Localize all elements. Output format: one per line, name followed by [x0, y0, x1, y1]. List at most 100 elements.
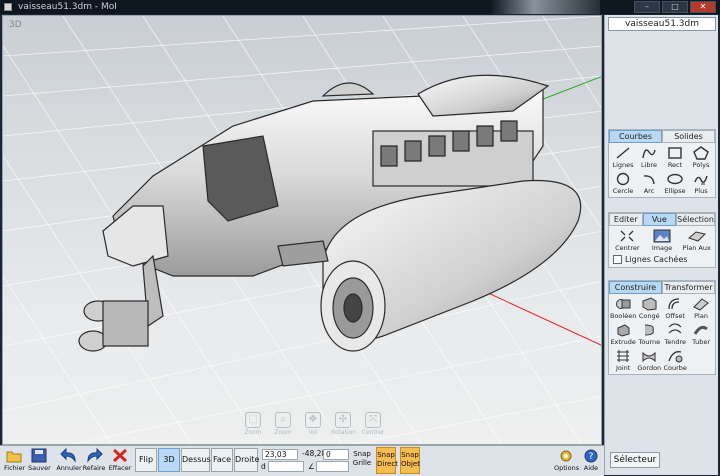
construction-plane-tool[interactable]: Plan Aux	[679, 228, 714, 252]
network-icon	[617, 350, 630, 362]
svg-text:?: ?	[589, 452, 594, 462]
close-button[interactable]: ✕	[690, 1, 716, 13]
revolve-icon	[645, 324, 655, 336]
freehand-tool[interactable]: Libre	[636, 145, 662, 169]
window-title: vaisseau51.3dm - MoI	[18, 2, 117, 12]
line-icon	[616, 147, 630, 159]
planar-tool[interactable]: Plan	[688, 296, 714, 320]
undo-button[interactable]: Annuler	[56, 447, 82, 472]
offset-tool[interactable]: Offset	[662, 296, 688, 320]
help-button[interactable]: ? Aide	[580, 447, 602, 472]
revolve-tool[interactable]: Tourne	[636, 322, 662, 346]
more-tool[interactable]: Plus	[688, 171, 714, 195]
navigation-controls: ⬚ Zoom ⌕ Zoom ✥ Vol ✣ Rotation ⤧ Centrer	[241, 412, 385, 436]
tab-selection[interactable]: Sélection	[676, 213, 715, 226]
delete-button[interactable]: Effacer	[108, 447, 132, 472]
snap-object-toggle[interactable]: Snap Objet	[400, 447, 420, 474]
arc-tool[interactable]: Arc	[636, 171, 662, 195]
help-icon: ?	[584, 449, 598, 463]
title-bar: vaisseau51.3dm - MoI – □ ✕	[0, 0, 720, 14]
center-arrows-icon	[620, 230, 634, 242]
polygon-icon	[693, 146, 709, 160]
snap-direct-toggle[interactable]: Snap Direct	[376, 447, 398, 474]
view-flip-button[interactable]: Flip	[135, 448, 157, 472]
hidden-lines-checkbox[interactable]	[613, 255, 622, 264]
distance-field[interactable]	[268, 461, 304, 472]
boolean-tool[interactable]: Booléen	[610, 296, 636, 320]
view-right-button[interactable]: Droite	[234, 448, 259, 472]
loft-icon	[668, 323, 682, 334]
tab-transformer[interactable]: Transformer	[662, 281, 715, 294]
circle-icon	[616, 172, 630, 186]
angle-label: ∠	[308, 462, 315, 471]
coord-x-field[interactable]: 23,03	[262, 449, 298, 460]
moi-window: vaisseau51.3dm - MoI – □ ✕ 3D ⬚ Zoom ⌕ Z…	[0, 0, 720, 476]
command-palette: vaisseau51.3dm Courbes Solides Lignes Li…	[604, 15, 718, 475]
zoom-rect-icon: ⬚	[245, 412, 261, 428]
zoom-magnifier-icon: ⌕	[275, 412, 291, 428]
view-front-button[interactable]: Face	[211, 448, 233, 472]
loft-tool[interactable]: Tendre	[662, 322, 688, 346]
rotate-button[interactable]: ✣ Rotation	[331, 412, 356, 436]
view-3d-button[interactable]: 3D	[158, 448, 180, 472]
zoom-button[interactable]: ⌕ Zoom	[271, 412, 295, 436]
curve-tool[interactable]: Courbe	[662, 348, 688, 372]
zoom-rect-button[interactable]: ⬚ Zoom	[241, 412, 265, 436]
selector-button[interactable]: Sélecteur	[610, 452, 660, 468]
folder-icon	[6, 451, 22, 462]
save-icon	[31, 448, 47, 463]
curves-palette: Courbes Solides Lignes Libre Rect Polys …	[608, 129, 716, 198]
tab-vue[interactable]: Vue	[642, 213, 677, 226]
redo-icon	[87, 448, 103, 463]
view-top-button[interactable]: Dessus	[181, 448, 211, 472]
center-button[interactable]: ⤧ Centrer	[361, 412, 385, 436]
delete-x-icon	[112, 448, 128, 463]
tab-courbes[interactable]: Courbes	[609, 130, 662, 143]
coord-z-field[interactable]: 0	[323, 449, 349, 460]
snap-grid-toggle[interactable]: Snap Grille	[352, 447, 372, 474]
app-icon	[4, 3, 12, 11]
pan-button[interactable]: ✥ Vol	[301, 412, 325, 436]
maximize-button[interactable]: □	[662, 1, 688, 13]
ellipse-tool[interactable]: Ellipse	[662, 171, 688, 195]
network-tool[interactable]: Joint	[610, 348, 636, 372]
lines-tool[interactable]: Lignes	[610, 145, 636, 169]
tab-construire[interactable]: Construire	[609, 281, 662, 294]
tab-solides[interactable]: Solides	[662, 130, 715, 143]
filename-box: vaisseau51.3dm	[608, 17, 716, 31]
arc-icon	[643, 175, 655, 185]
center-view-tool[interactable]: Centrer	[610, 228, 645, 252]
fillet-tool[interactable]: Congé	[636, 296, 662, 320]
window-controls: – □ ✕	[634, 1, 716, 13]
polygon-tool[interactable]: Polys	[688, 145, 714, 169]
save-button[interactable]: Sauver	[28, 447, 51, 472]
viewport-scene	[3, 16, 601, 444]
tab-editer[interactable]: Editer	[609, 213, 643, 226]
options-button[interactable]: Options	[554, 447, 579, 472]
sweep-tool[interactable]: Tuber	[688, 322, 714, 346]
rotate-icon: ✣	[335, 412, 351, 428]
construct-palette: Construire Transformer Booléen Congé Off…	[608, 280, 716, 375]
gordon-icon	[642, 351, 656, 363]
circle-tool[interactable]: Cercle	[610, 171, 636, 195]
rect-tool[interactable]: Rect	[662, 145, 688, 169]
coord-y-field[interactable]: -48,28	[300, 449, 326, 460]
angle-field[interactable]	[316, 461, 349, 472]
center-icon: ⤧	[365, 412, 381, 428]
redo-button[interactable]: Refaire	[82, 447, 106, 472]
viewport-3d[interactable]: 3D ⬚ Zoom ⌕ Zoom ✥ Vol ✣ Rotation ⤧ Centrer	[2, 15, 602, 445]
curve-construct-icon	[668, 351, 683, 363]
file-button[interactable]: Fichier	[4, 447, 25, 472]
more-curves-icon	[694, 175, 708, 185]
hidden-lines-toggle[interactable]: Lignes Cachées	[609, 254, 715, 267]
distance-label: d	[261, 462, 266, 471]
fillet-icon	[642, 297, 657, 311]
extrude-tool[interactable]: Extrude	[610, 322, 636, 346]
rectangle-icon	[668, 147, 682, 159]
spaceship-model[interactable]	[78, 74, 582, 352]
image-tool[interactable]: Image	[645, 228, 680, 252]
gordon-tool[interactable]: Gordon	[636, 348, 662, 372]
ellipse-icon	[667, 173, 683, 185]
minimize-button[interactable]: –	[634, 1, 660, 13]
extrude-icon	[617, 324, 630, 337]
